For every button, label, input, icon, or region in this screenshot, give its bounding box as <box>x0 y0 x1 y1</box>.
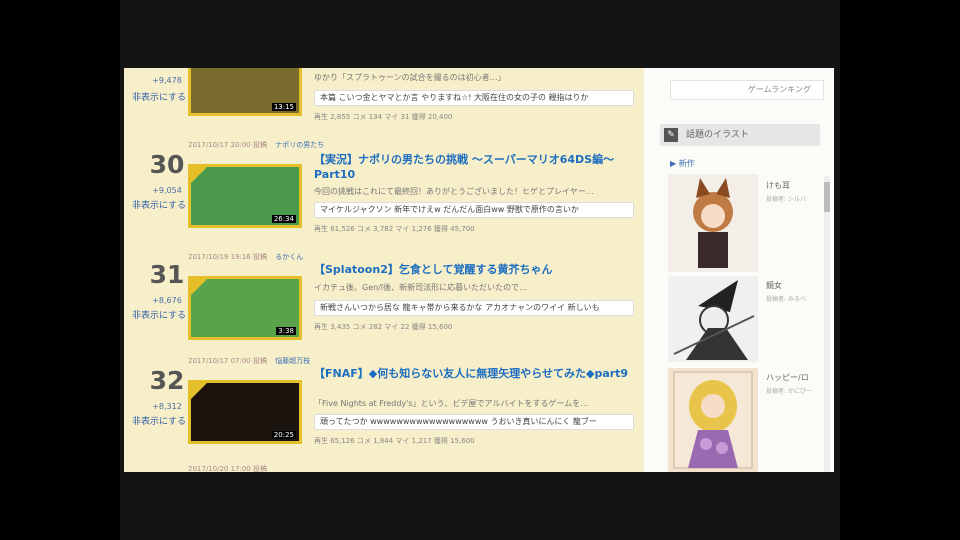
video-description: 「Five Nights at Freddy's」という、ビデ屋でアルバイトをす… <box>314 399 589 408</box>
video-thumbnail[interactable]: 26:34 <box>188 164 302 228</box>
video-title-link[interactable]: 【Splatoon2】乞食として覚醒する黄芥ちゃん <box>314 262 640 277</box>
new-illust-tab[interactable]: ▶ 新作 <box>670 158 695 169</box>
hide-button[interactable]: 非表示にする <box>126 414 192 427</box>
video-stats: 再生 65,126 コメ 1,844 マイ 1,217 獲得 15,600 <box>314 437 475 445</box>
ranking-item: 32 +8,312 非表示にする 2017/10/17 07:00 投稿 悩藤超… <box>124 356 644 468</box>
hide-button[interactable]: 非表示にする <box>126 308 192 321</box>
rank-number: 32 <box>149 366 185 395</box>
sidebar: ゲームランキング ✎ 話題のイラスト ▶ 新作 けも耳 投稿者: シルバ 鏡女 … <box>660 68 834 472</box>
post-date: 2017/10/17 20:00 投稿 <box>188 141 267 149</box>
latest-comments: 本篇 こいつ金とヤマとか言 やりますね☆! 大阪在住の女の子の 親指はりか <box>314 90 634 106</box>
video-meta: 2017/10/17 20:00 投稿 ナポリの男たち <box>188 140 324 150</box>
video-title-link[interactable]: 【実況】ナポリの男たちの挑戦 ～スーパーマリオ64DS編～Part10 <box>314 152 640 182</box>
video-stats: 再生 2,855 コメ 134 マイ 31 獲得 20,400 <box>314 113 453 121</box>
illust-thumbnail[interactable] <box>668 276 758 362</box>
illust-author: 投稿者: みるべ <box>766 296 806 303</box>
sidebar-scrollbar[interactable] <box>824 176 830 472</box>
next-item-meta: 2017/10/20 17:00 投稿 <box>188 465 267 472</box>
brush-icon: ✎ <box>664 128 678 142</box>
ranking-corner-badge <box>191 167 207 183</box>
ranking-corner-badge <box>191 383 207 399</box>
rank-number: 30 <box>149 150 185 179</box>
browser-viewport: +9,478 非表示にする 13:15 ゆかり「スプラトゥーンの試合を撮るのは初… <box>124 68 834 472</box>
witch-illust-icon <box>673 280 755 360</box>
latest-comments: マイケルジャクソン 新年でけえw だんだん面白ww 野獣で原作の言いか <box>314 202 634 218</box>
video-thumbnail[interactable]: 20:25 <box>188 380 302 444</box>
post-date: 2017/10/19 19:16 投稿 <box>188 253 267 261</box>
scrollbar-thumb[interactable] <box>824 182 830 212</box>
illust-section-title: 話題のイラスト <box>686 130 749 140</box>
video-stats: 再生 3,435 コメ 282 マイ 22 獲得 15,600 <box>314 323 453 331</box>
latest-comments: 新戦さんいつから居な 龍キャ帯から来るかな アカオナャンのワイイ 新しいも <box>314 300 634 316</box>
rank-delta: +9,054 <box>152 186 182 195</box>
latest-comments: 頑ってたつか wwwwwwwwwwwwwwwwww うおいき真いにんにく 龍ブー <box>314 414 634 430</box>
blonde-girl-illust-icon <box>673 371 753 469</box>
video-description: イカチュ後、Gen/l後、新新司法形に応募いただいたので… <box>314 283 528 292</box>
video-meta: 2017/10/19 19:16 投稿 るかくん <box>188 252 303 262</box>
video-thumbnail[interactable]: 13:15 <box>188 68 302 116</box>
video-stats: 再生 61,526 コメ 3,782 マイ 1,276 獲得 45,700 <box>314 225 475 233</box>
rank-number: 31 <box>149 260 185 289</box>
uploader-link[interactable]: ナポリの男たち <box>275 141 324 149</box>
ranking-corner-badge <box>191 279 207 295</box>
ranking-item: 31 +8,676 非表示にする 2017/10/19 19:16 投稿 るかく… <box>124 252 644 364</box>
illust-thumbnail[interactable] <box>668 368 758 472</box>
video-meta: 2017/10/17 07:00 投稿 悩藤超万枝 <box>188 356 310 366</box>
rank-delta: +8,676 <box>152 296 182 305</box>
cat-girl-illust-icon <box>693 178 733 268</box>
illust-title[interactable]: ハッピー/ロ <box>766 372 809 383</box>
uploader-link[interactable]: るかくん <box>275 253 303 261</box>
ranking-item: 30 +9,054 非表示にする 2017/10/17 20:00 投稿 ナポリ… <box>124 140 644 252</box>
illust-author: 投稿者: かにぴー <box>766 388 812 395</box>
hide-button[interactable]: 非表示にする <box>126 198 192 211</box>
video-duration: 20:25 <box>271 431 296 439</box>
uploader-link[interactable]: 悩藤超万枝 <box>275 357 310 365</box>
illust-thumbnail[interactable] <box>668 174 758 272</box>
game-ranking-button[interactable]: ゲームランキング <box>670 80 824 100</box>
rank-delta: +9,478 <box>152 76 182 85</box>
video-duration: 13:15 <box>271 103 296 111</box>
post-date: 2017/10/17 07:00 投稿 <box>188 357 267 365</box>
illust-title[interactable]: けも耳 <box>766 180 790 191</box>
video-title-link[interactable]: 【FNAF】◆何も知らない友人に無理矢理やらせてみた◆part9 <box>314 366 640 381</box>
video-description: ゆかり「スプラトゥーンの試合を撮るのは初心者…」 <box>314 73 506 82</box>
video-thumbnail[interactable]: 3:38 <box>188 276 302 340</box>
hide-button[interactable]: 非表示にする <box>126 90 192 103</box>
video-duration: 26:34 <box>271 215 296 223</box>
illust-section-header: ✎ 話題のイラスト <box>660 124 820 146</box>
illust-title[interactable]: 鏡女 <box>766 280 782 291</box>
video-duration: 3:38 <box>276 327 296 335</box>
video-description: 今回の挑戦はこれにて最終回！ありがとうございました！ヒゲとプレイヤー… <box>314 187 594 196</box>
ranking-list: +9,478 非表示にする 13:15 ゆかり「スプラトゥーンの試合を撮るのは初… <box>124 68 644 472</box>
illust-author: 投稿者: シルバ <box>766 196 806 203</box>
rank-delta: +8,312 <box>152 402 182 411</box>
